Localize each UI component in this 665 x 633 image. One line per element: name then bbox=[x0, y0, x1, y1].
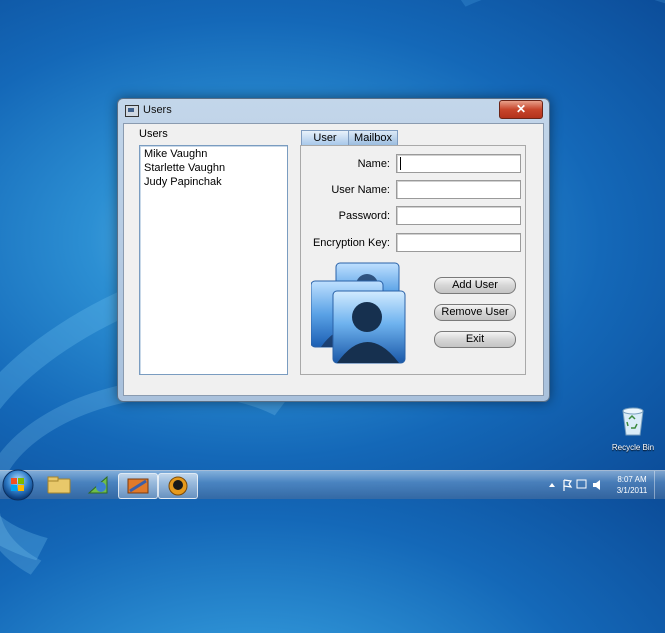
tab-mailbox[interactable]: Mailbox bbox=[348, 130, 398, 145]
taskbar-second-app-button[interactable] bbox=[158, 473, 198, 499]
list-item[interactable]: Judy Papinchak bbox=[140, 175, 287, 189]
username-label: User Name: bbox=[331, 184, 390, 196]
speaker-icon bbox=[593, 480, 600, 490]
add-user-button[interactable]: Add User bbox=[434, 277, 516, 294]
users-listbox[interactable]: Mike Vaughn Starlette Vaughn Judy Papinc… bbox=[139, 145, 288, 375]
recycle-bin-label: Recycle Bin bbox=[611, 443, 655, 452]
folder-icon bbox=[47, 476, 71, 494]
start-button[interactable] bbox=[1, 468, 35, 502]
users-window: Users ✕ Users Mike Vaughn Starlette Vaug… bbox=[117, 98, 550, 402]
spy-avatar-icon bbox=[168, 476, 188, 496]
list-item[interactable]: Mike Vaughn bbox=[140, 147, 287, 161]
clock-date: 3/1/2011 bbox=[616, 486, 648, 495]
password-label: Password: bbox=[338, 210, 390, 222]
text-caret bbox=[400, 157, 401, 170]
app-icon[interactable] bbox=[125, 105, 139, 117]
up-arrow-icon bbox=[549, 483, 555, 487]
users-label: Users bbox=[139, 128, 168, 140]
window-title: Users bbox=[143, 104, 172, 116]
taskbar-explorer-button[interactable] bbox=[40, 473, 78, 497]
media-player-icon bbox=[87, 475, 108, 494]
encryption-key-field[interactable] bbox=[396, 233, 521, 252]
app-tools-icon bbox=[127, 478, 149, 494]
password-field[interactable] bbox=[396, 206, 521, 225]
taskbar-users-app-button[interactable] bbox=[118, 473, 158, 499]
recycle-bin-icon bbox=[622, 407, 644, 436]
recycle-bin-shortcut[interactable]: Recycle Bin bbox=[608, 405, 658, 452]
username-field[interactable] bbox=[396, 180, 521, 199]
windows-logo-icon bbox=[11, 478, 17, 484]
encryption-key-label: Encryption Key: bbox=[312, 237, 390, 249]
taskbar: 8:07 AM 3/1/2011 bbox=[0, 468, 665, 502]
remove-user-button[interactable]: Remove User bbox=[434, 304, 516, 321]
flag-icon bbox=[563, 479, 573, 491]
name-label: Name: bbox=[357, 158, 390, 170]
users-icon bbox=[310, 261, 411, 365]
close-button[interactable]: ✕ bbox=[499, 100, 543, 119]
user-tab-panel: Name: User Name: Password: Encryption Ke… bbox=[300, 145, 526, 375]
system-tray bbox=[545, 471, 607, 499]
network-icon bbox=[576, 479, 587, 489]
list-item[interactable]: Starlette Vaughn bbox=[140, 161, 287, 175]
title-bar[interactable]: Users ✕ bbox=[118, 99, 549, 123]
show-desktop-button[interactable] bbox=[654, 471, 665, 499]
taskbar-media-button[interactable] bbox=[79, 473, 117, 497]
clock[interactable]: 8:07 AM 3/1/2011 bbox=[610, 474, 654, 496]
exit-button[interactable]: Exit bbox=[434, 331, 516, 348]
window-client-area: Users Mike Vaughn Starlette Vaughn Judy … bbox=[123, 123, 544, 396]
tab-user[interactable]: User bbox=[301, 130, 349, 145]
name-field[interactable] bbox=[396, 154, 521, 173]
clock-time: 8:07 AM bbox=[617, 475, 647, 484]
